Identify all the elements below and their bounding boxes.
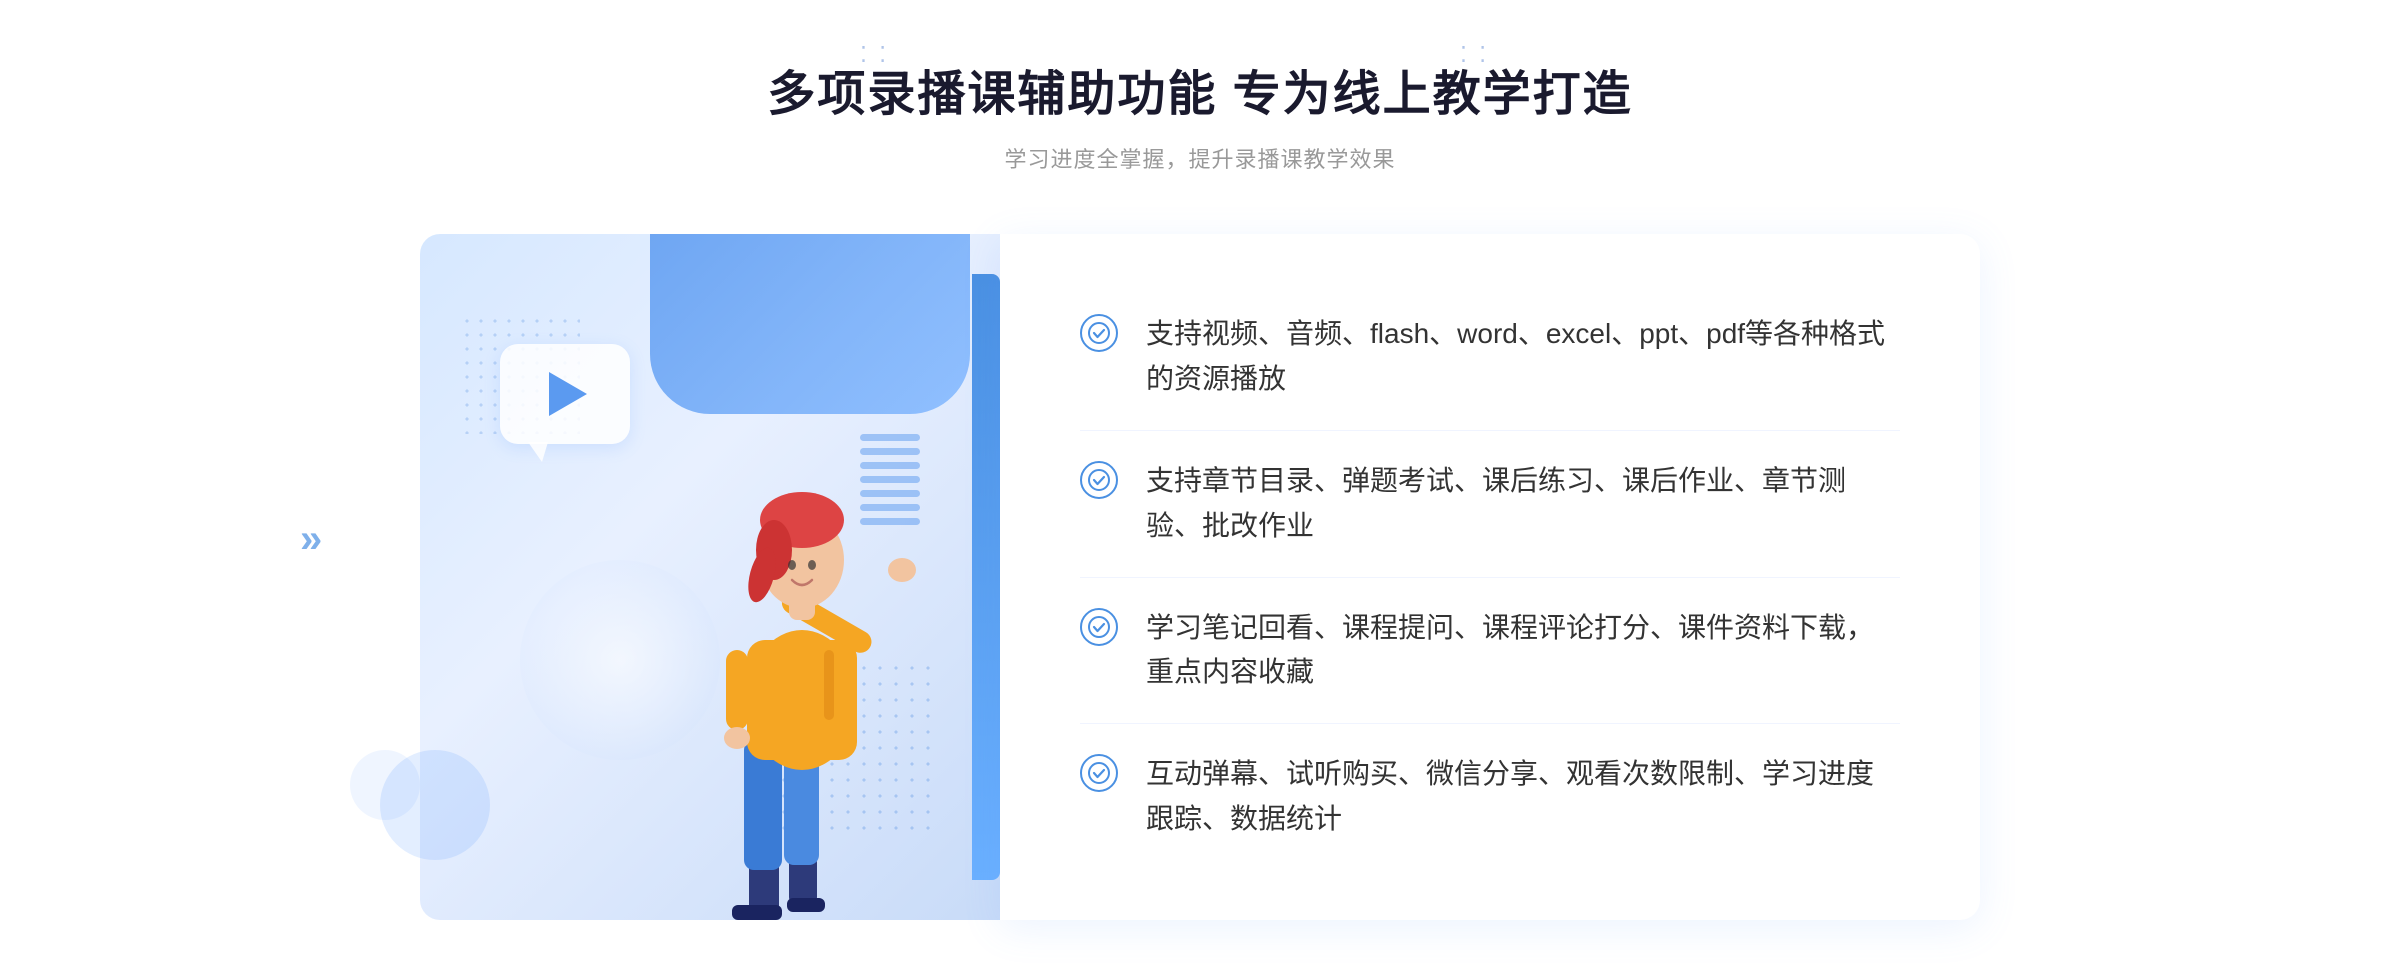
main-title: 多项录播课辅助功能 专为线上教学打造 bbox=[767, 54, 1632, 124]
feature-text-4: 互动弹幕、试听购买、微信分享、观看次数限制、学习进度跟踪、数据统计 bbox=[1146, 752, 1900, 842]
check-icon-1 bbox=[1080, 314, 1118, 352]
illustration-area bbox=[420, 234, 1000, 919]
deco-dots-right: ⁚ ⁚ bbox=[1460, 42, 1489, 68]
content-section: 支持视频、音频、flash、word、excel、ppt、pdf等各种格式的资源… bbox=[420, 234, 1980, 919]
feature-item-4: 互动弹幕、试听购买、微信分享、观看次数限制、学习进度跟踪、数据统计 bbox=[1080, 724, 1900, 870]
blue-bar bbox=[972, 274, 1000, 879]
deco-circle-2 bbox=[350, 750, 420, 820]
page-wrapper: ⁚ ⁚ ⁚ ⁚ 多项录播课辅助功能 专为线上教学打造 学习进度全掌握，提升录播课… bbox=[0, 0, 2400, 974]
play-icon-wrapper bbox=[500, 344, 630, 464]
feature-item-3: 学习笔记回看、课程提问、课程评论打分、课件资料下载，重点内容收藏 bbox=[1080, 578, 1900, 725]
speech-bubble bbox=[500, 344, 630, 444]
feature-text-2: 支持章节目录、弹题考试、课后练习、课后作业、章节测验、批改作业 bbox=[1146, 459, 1900, 549]
feature-item-1: 支持视频、音频、flash、word、excel、ppt、pdf等各种格式的资源… bbox=[1080, 284, 1900, 431]
features-panel: 支持视频、音频、flash、word、excel、ppt、pdf等各种格式的资源… bbox=[1000, 234, 1980, 919]
feature-text-3: 学习笔记回看、课程提问、课程评论打分、课件资料下载，重点内容收藏 bbox=[1146, 606, 1900, 696]
play-triangle-icon bbox=[549, 372, 587, 416]
check-circle-2 bbox=[1080, 461, 1118, 499]
check-icon-2 bbox=[1080, 461, 1118, 499]
sub-title: 学习进度全掌握，提升录播课教学效果 bbox=[767, 142, 1632, 174]
check-icon-3 bbox=[1080, 608, 1118, 646]
top-blue-shape bbox=[650, 234, 970, 414]
check-circle-3 bbox=[1080, 608, 1118, 646]
check-icon-4 bbox=[1080, 754, 1118, 792]
header-section: 多项录播课辅助功能 专为线上教学打造 学习进度全掌握，提升录播课教学效果 bbox=[767, 54, 1632, 174]
check-circle-1 bbox=[1080, 314, 1118, 352]
feature-item-2: 支持章节目录、弹题考试、课后练习、课后作业、章节测验、批改作业 bbox=[1080, 431, 1900, 578]
page-deco-chevron: » bbox=[300, 517, 322, 562]
check-circle-4 bbox=[1080, 754, 1118, 792]
feature-text-1: 支持视频、音频、flash、word、excel、ppt、pdf等各种格式的资源… bbox=[1146, 312, 1900, 402]
person-figure bbox=[654, 400, 934, 920]
deco-dots-left: ⁚ ⁚ bbox=[860, 42, 889, 68]
